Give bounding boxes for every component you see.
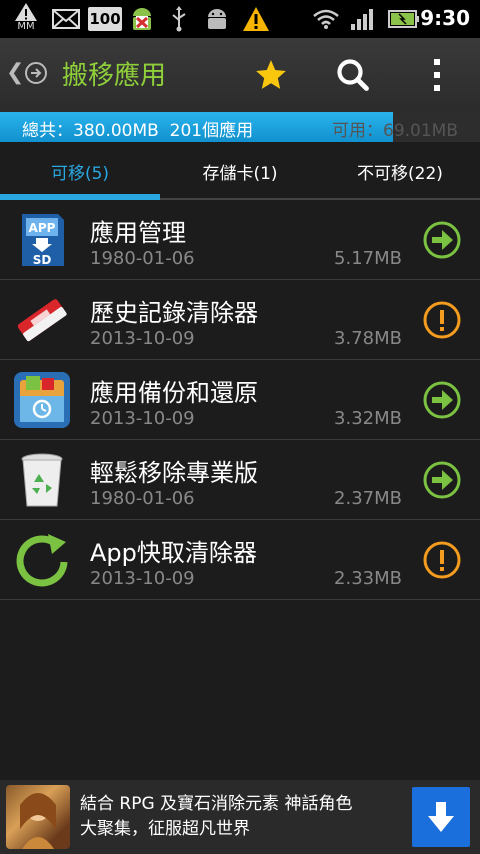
move-arrow-icon[interactable] bbox=[422, 380, 462, 420]
usb-icon bbox=[170, 4, 188, 34]
app-date: 1980-01-06 bbox=[90, 488, 195, 509]
list-item[interactable]: 輕鬆移除專業版 1980-01-06 2.37MB bbox=[0, 440, 480, 520]
move-arrow-icon[interactable] bbox=[422, 460, 462, 500]
page-title: 搬移應用 bbox=[62, 61, 167, 91]
app-size: 2.37MB bbox=[334, 488, 402, 509]
app-logo-icon[interactable] bbox=[25, 62, 47, 84]
android-debug-icon bbox=[128, 4, 156, 34]
android-icon bbox=[204, 4, 230, 34]
favorite-button[interactable] bbox=[246, 50, 296, 100]
tab-unmovable[interactable]: 不可移(22) bbox=[320, 142, 480, 200]
storage-bar: 總共：380.00MB 201個應用 可用：69.01MB bbox=[0, 112, 480, 142]
app-name: App快取清除器 bbox=[90, 539, 257, 567]
list-item[interactable]: APP SD 應用管理 1980-01-06 5.17MB bbox=[0, 200, 480, 280]
star-icon bbox=[256, 60, 286, 89]
tab-unmovable-label: 不可移(22) bbox=[357, 163, 443, 184]
app-date: 2013-10-09 bbox=[90, 328, 195, 349]
battery-icon bbox=[388, 4, 420, 34]
app-size: 5.17MB bbox=[334, 248, 402, 269]
ad-text-line1: 結合 RPG 及寶石消除元素 神話角色 bbox=[80, 794, 353, 814]
signal-mm-icon: MM bbox=[14, 2, 38, 32]
backup-restore-icon bbox=[12, 370, 72, 430]
app-list: APP SD 應用管理 1980-01-06 5.17MB 歷史記錄清除器 201… bbox=[0, 200, 480, 600]
warning-status-icon bbox=[242, 4, 270, 34]
tab-movable[interactable]: 可移(5) bbox=[0, 142, 160, 200]
action-bar: ❮ 搬移應用 bbox=[0, 38, 480, 112]
recycle-bin-icon bbox=[12, 450, 72, 510]
app-size: 3.32MB bbox=[334, 408, 402, 429]
app-name: 應用管理 bbox=[90, 219, 186, 247]
storage-total-label: 總共：380.00MB 201個應用 bbox=[22, 116, 253, 141]
battery-level-badge: 100 bbox=[88, 7, 122, 31]
app-name: 輕鬆移除專業版 bbox=[90, 459, 258, 487]
ad-banner[interactable]: 結合 RPG 及寶石消除元素 神話角色 大聚集，征服超凡世界 bbox=[0, 780, 480, 854]
ad-text-line2: 大聚集，征服超凡世界 bbox=[80, 819, 250, 839]
mail-icon bbox=[52, 4, 80, 34]
tab-bar: 可移(5) 存儲卡(1) 不可移(22) bbox=[0, 142, 480, 200]
list-item[interactable]: App快取清除器 2013-10-09 2.33MB bbox=[0, 520, 480, 600]
back-chevron-icon[interactable]: ❮ bbox=[6, 60, 24, 85]
app-to-sd-icon: APP SD bbox=[12, 210, 72, 270]
list-item[interactable]: 應用備份和還原 2013-10-09 3.32MB bbox=[0, 360, 480, 440]
battery-level-text: 100 bbox=[89, 10, 121, 28]
status-bar: MM 100 9:30 bbox=[0, 0, 480, 38]
wifi-icon bbox=[312, 4, 340, 34]
svg-text:SD: SD bbox=[33, 253, 52, 267]
storage-total-text: 總共：380.00MB bbox=[22, 121, 159, 141]
app-date: 1980-01-06 bbox=[90, 248, 195, 269]
ad-text: 結合 RPG 及寶石消除元素 神話角色 大聚集，征服超凡世界 bbox=[80, 792, 400, 842]
refresh-arrow-icon bbox=[12, 530, 72, 590]
ad-game-thumbnail bbox=[6, 785, 70, 849]
cell-signal-icon bbox=[350, 4, 376, 34]
more-vert-icon bbox=[434, 59, 440, 91]
warning-icon[interactable] bbox=[422, 300, 462, 340]
app-date: 2013-10-09 bbox=[90, 408, 195, 429]
tab-sd-card-label: 存儲卡(1) bbox=[202, 163, 278, 184]
list-item[interactable]: 歷史記錄清除器 2013-10-09 3.78MB bbox=[0, 280, 480, 360]
svg-text:APP: APP bbox=[29, 221, 56, 235]
status-time: 9:30 bbox=[420, 6, 470, 30]
warning-icon[interactable] bbox=[422, 540, 462, 580]
search-button[interactable] bbox=[328, 50, 378, 100]
overflow-menu-button[interactable] bbox=[412, 50, 462, 100]
eraser-icon bbox=[12, 290, 72, 350]
app-name: 歷史記錄清除器 bbox=[90, 299, 258, 327]
storage-apps-count: 201個應用 bbox=[169, 121, 254, 141]
search-icon bbox=[337, 59, 369, 91]
app-date: 2013-10-09 bbox=[90, 568, 195, 589]
mm-label: MM bbox=[17, 21, 35, 32]
tab-movable-label: 可移(5) bbox=[50, 163, 110, 184]
move-arrow-icon[interactable] bbox=[422, 220, 462, 260]
app-name: 應用備份和還原 bbox=[90, 379, 258, 407]
ad-download-button[interactable] bbox=[412, 787, 470, 847]
download-arrow-icon bbox=[428, 802, 454, 832]
app-size: 3.78MB bbox=[334, 328, 402, 349]
storage-free-label: 可用：69.01MB bbox=[332, 121, 458, 141]
tab-sd-card[interactable]: 存儲卡(1) bbox=[160, 142, 320, 200]
app-size: 2.33MB bbox=[334, 568, 402, 589]
